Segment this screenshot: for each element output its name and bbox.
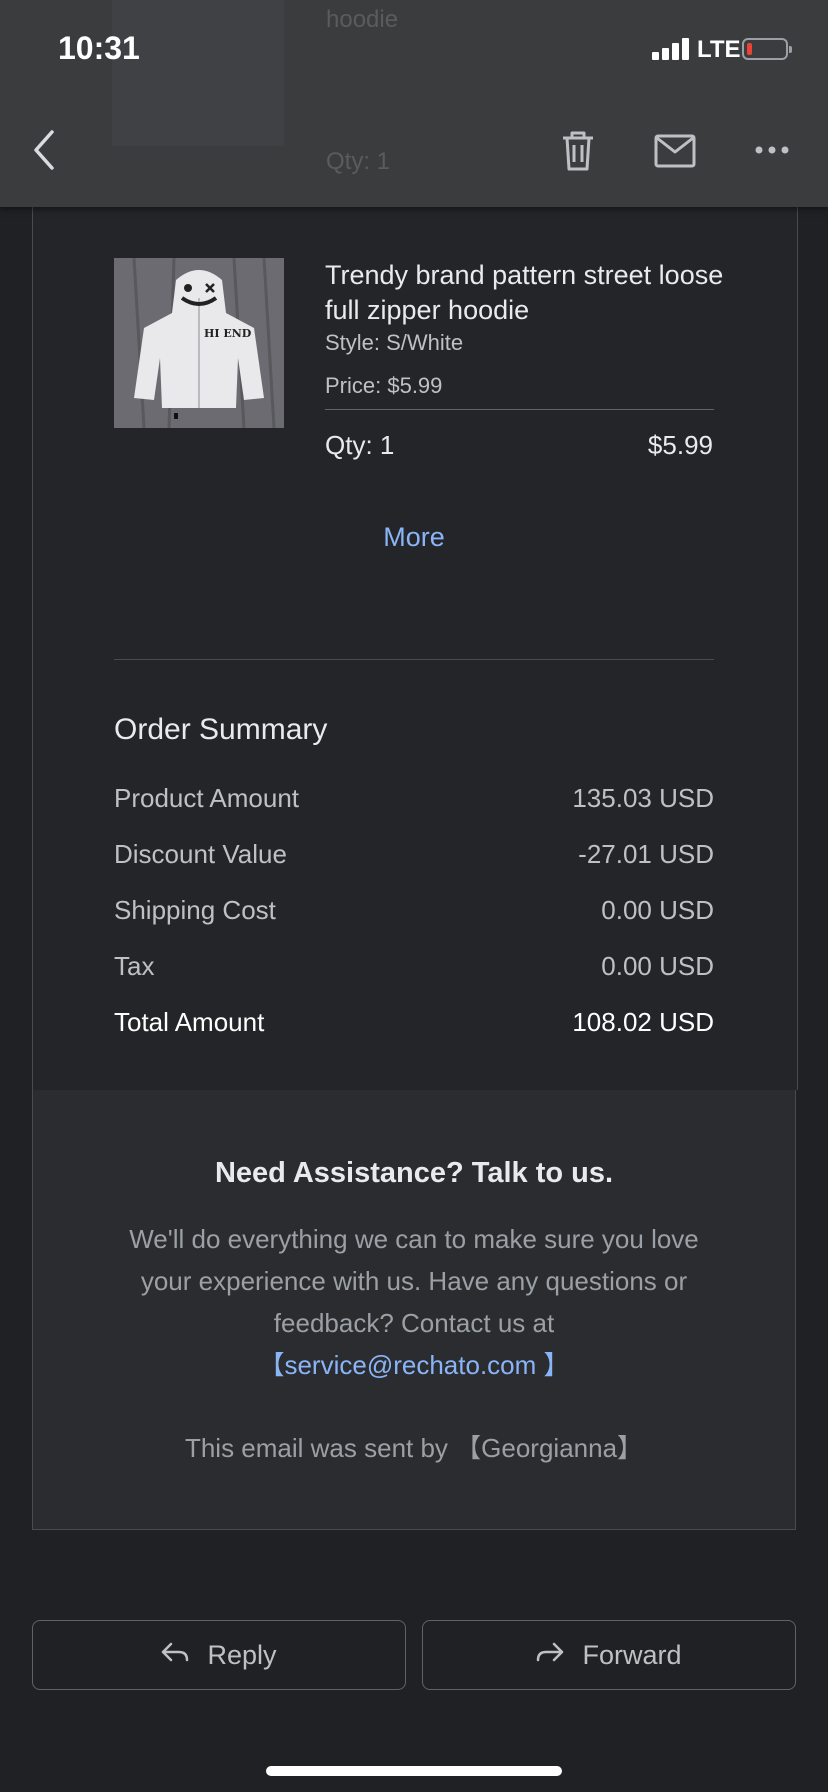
forward-button[interactable]: Forward: [422, 1620, 796, 1690]
scrolled-thumbnail: [112, 0, 284, 146]
network-type: LTE: [697, 36, 741, 63]
product-image: HI END: [114, 258, 284, 428]
summary-value-tax: 0.00 USD: [601, 951, 714, 981]
reply-button[interactable]: Reply: [32, 1620, 406, 1690]
status-time: 10:31: [58, 30, 140, 66]
trash-icon: [563, 131, 593, 171]
summary-label-product-amount: Product Amount: [114, 783, 299, 813]
product-image-text: HI END: [204, 327, 252, 340]
summary-label-tax: Tax: [114, 951, 155, 981]
more-link[interactable]: More: [330, 522, 498, 553]
reply-arrow-icon: [161, 1642, 189, 1669]
mail-icon: [654, 134, 696, 168]
top-toolbar: hoodie Qty: 1 10:31 LTE: [0, 0, 828, 207]
assistance-title: Need Assistance? Talk to us.: [214, 1157, 614, 1189]
support-email-link[interactable]: 【service@rechato.com 】: [258, 1350, 569, 1380]
product-line-total: $5.99: [647, 430, 713, 460]
divider: [114, 659, 714, 660]
product-style: Style: S/White: [325, 330, 464, 355]
assistance-body: We'll do everything we can to make sure …: [120, 1218, 708, 1386]
summary-value-product-amount: 135.03 USD: [572, 783, 714, 813]
more-options-button[interactable]: [754, 142, 790, 158]
sent-by-text: This email was sent by 【Georgianna】: [184, 1433, 644, 1463]
divider: [325, 409, 714, 410]
battery-icon: [742, 38, 792, 60]
scrolled-qty-text: Qty: 1: [326, 148, 391, 175]
summary-value-total: 108.02 USD: [572, 1007, 714, 1037]
reply-label: Reply: [207, 1639, 277, 1670]
summary-label-discount: Discount Value: [114, 839, 287, 869]
signal-icon: [652, 36, 692, 60]
mark-unread-button[interactable]: [654, 134, 696, 168]
delete-button[interactable]: [560, 130, 596, 172]
home-indicator[interactable]: [266, 1766, 562, 1776]
product-qty: Qty: 1: [325, 430, 395, 460]
product-price: Price: $5.99: [325, 373, 443, 398]
back-button[interactable]: [28, 128, 64, 172]
scrolled-title-text: hoodie: [326, 6, 399, 33]
order-summary-title: Order Summary: [114, 713, 328, 746]
summary-label-shipping: Shipping Cost: [114, 895, 276, 925]
summary-label-total: Total Amount: [114, 1007, 265, 1037]
forward-label: Forward: [582, 1639, 682, 1670]
more-dots-icon: [755, 146, 789, 154]
forward-arrow-icon: [536, 1642, 564, 1669]
back-chevron-icon: [34, 130, 54, 170]
summary-value-discount: -27.01 USD: [578, 839, 714, 869]
product-title[interactable]: Trendy brand pattern street loose full z…: [325, 258, 725, 328]
summary-value-shipping: 0.00 USD: [601, 895, 714, 925]
assistance-text: We'll do everything we can to make sure …: [129, 1224, 699, 1338]
